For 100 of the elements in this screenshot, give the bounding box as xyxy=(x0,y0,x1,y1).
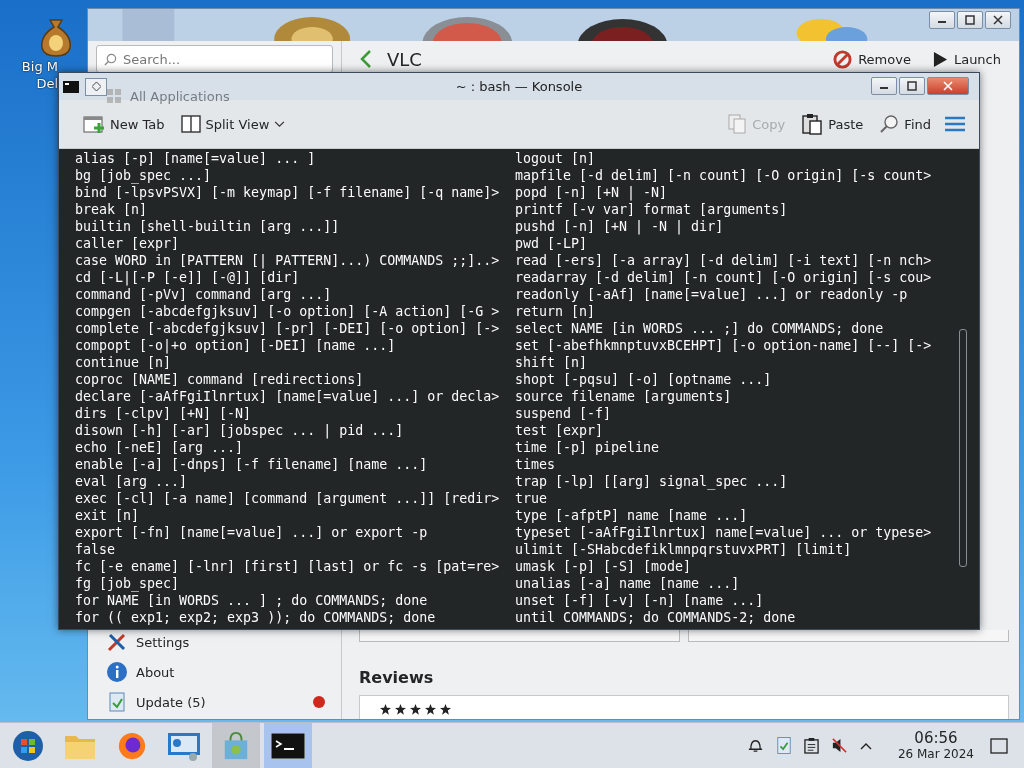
play-icon xyxy=(932,50,948,68)
maximize-button[interactable] xyxy=(899,77,925,95)
terminal-line: logout [n] xyxy=(515,150,597,167)
action-button[interactable]: Launch xyxy=(932,50,1001,68)
maximize-button[interactable] xyxy=(957,11,983,29)
search-icon xyxy=(879,114,900,134)
terminal-line: compgen [-abcdefgjksuv] [-o option] [-A action] [-G > xyxy=(75,303,501,320)
scrollbar-thumb[interactable] xyxy=(959,329,967,567)
grid-icon xyxy=(106,88,122,104)
terminal-line: suspend [-f] xyxy=(515,405,613,422)
search-field[interactable]: Search... xyxy=(96,45,333,73)
terminal-line: compopt [-o|+o option] [-DEI] [name ...] xyxy=(75,337,397,354)
minimize-button[interactable] xyxy=(929,11,955,29)
terminal-line: typeset [-aAfFgiIlnrtux] name[=value] ... or typese> xyxy=(515,524,933,541)
pin-button[interactable] xyxy=(85,77,107,96)
terminal-icon xyxy=(271,732,305,759)
clock[interactable]: 06:56 26 Mar 2024 xyxy=(897,729,974,762)
update-icon[interactable] xyxy=(775,736,792,755)
terminal-line: time [-p] pipeline xyxy=(515,439,661,456)
terminal-line: pwd [-LP] xyxy=(515,235,589,252)
window-title: ~ : bash — Konsole xyxy=(455,79,583,94)
terminal-line: until COMMANDS; do COMMANDS-2; done xyxy=(515,609,797,626)
toolbar-button[interactable]: Paste xyxy=(795,109,870,139)
terminal-line: unalias [-a] name [name ...] xyxy=(515,575,741,592)
terminal-line: alias [-p] [name[=value] ... ] xyxy=(75,150,317,167)
terminal-line: true xyxy=(515,490,549,507)
caret-icon xyxy=(274,120,286,128)
terminal-line: for (( exp1; exp2; exp3 )); do COMMANDS; done xyxy=(75,609,437,626)
terminal-line: break [n] xyxy=(75,201,149,218)
monitor-icon xyxy=(167,730,201,761)
terminal-line: complete [-abcdefgjksuv] [-pr] [-DEI] [-o option] [-> xyxy=(75,320,501,337)
terminal-line: bg [job_spec ...] xyxy=(75,167,213,184)
terminal-line: command [-pVv] command [arg ...] xyxy=(75,286,333,303)
clipboard-icon xyxy=(801,113,824,135)
terminal-line: readarray [-d delim] [-n count] [-O origin] [-s cou> xyxy=(515,269,933,286)
desktop-icon-label[interactable]: Big M xyxy=(21,58,58,75)
terminal-line: shift [n] xyxy=(515,354,589,371)
new-tab-icon xyxy=(83,114,105,134)
sidebar-item[interactable]: Settings xyxy=(96,627,333,657)
terminal-icon xyxy=(63,80,79,93)
toolbar-button[interactable]: Split View xyxy=(174,110,292,138)
star-icon xyxy=(425,704,436,715)
sidebar-item[interactable]: About xyxy=(96,657,333,687)
update-icon xyxy=(106,691,128,713)
close-button[interactable] xyxy=(985,11,1011,29)
star-icon xyxy=(410,704,421,715)
terminal-line: coproc [NAME] command [redirections] xyxy=(75,371,365,388)
maximize-icon xyxy=(907,81,917,91)
terminal-line: source filename [arguments] xyxy=(515,388,733,405)
close-icon xyxy=(943,81,953,91)
diamond-icon xyxy=(91,82,101,91)
minimize-button[interactable] xyxy=(871,77,897,95)
tools-icon xyxy=(106,631,128,653)
toolbar-button[interactable]: New Tab xyxy=(77,110,171,138)
terminal-line: for NAME [in WORDS ... ] ; do COMMANDS; done xyxy=(75,592,429,609)
terminal-line: false xyxy=(75,541,117,558)
clipboard-icon[interactable] xyxy=(803,737,819,754)
terminal-line: printf [-v var] format [arguments] xyxy=(515,201,789,218)
terminal-line: mapfile [-d delim] [-n count] [-O origin] [-s count> xyxy=(515,167,933,184)
terminal-line: test [expr] xyxy=(515,422,605,439)
bell-icon[interactable] xyxy=(746,737,764,754)
terminal-line: unset [-f] [-v] [-n] [name ...] xyxy=(515,592,765,609)
browser-icon xyxy=(117,730,147,761)
terminal-line: disown [-h] [-ar] [jobspec ... | pid ...] xyxy=(75,422,405,439)
page-title: VLC xyxy=(387,48,422,70)
clock-time: 06:56 xyxy=(914,729,958,747)
search-icon xyxy=(104,53,117,66)
terminal-line: times xyxy=(515,456,557,473)
terminal-line: popd [-n] [+N | -N] xyxy=(515,184,669,201)
desktop-icon-label[interactable]: Del xyxy=(36,75,58,92)
terminal-line: continue [n] xyxy=(75,354,173,371)
terminal-line: umask [-p] [-S] [mode] xyxy=(515,558,693,575)
sidebar-item[interactable]: Update (5) xyxy=(96,687,333,717)
terminal-line: cd [-L|[-P [-e]] [-@]] [dir] xyxy=(75,269,301,286)
star-icon xyxy=(395,704,406,715)
back-icon[interactable] xyxy=(359,49,373,69)
terminal-line: bind [-lpsvPSVX] [-m keymap] [-f filename] [-q name]> xyxy=(75,184,501,201)
split-view-icon xyxy=(180,114,201,134)
start-orb-icon xyxy=(12,729,44,762)
terminal-line: fg [job_spec] xyxy=(75,575,181,592)
terminal-line: declare [-aAfFgiIlnrtux] [name[=value] ...] or decla> xyxy=(75,388,501,405)
terminal-line: exit [n] xyxy=(75,507,141,524)
star-icon xyxy=(440,704,451,715)
toolbar-button[interactable]: Find xyxy=(873,110,937,138)
terminal-line: echo [-neE] [arg ...] xyxy=(75,439,245,456)
muted-speaker-icon[interactable] xyxy=(830,737,848,754)
show-desktop-button[interactable] xyxy=(990,737,1008,754)
terminal-line: set [-abefhkmnptuvxBCEHPT] [-o option-name] [--] [-> xyxy=(515,337,933,354)
terminal-line: return [n] xyxy=(515,303,597,320)
terminal-line: export [-fn] [name[=value] ...] or export -p xyxy=(75,524,429,541)
taskbar-item[interactable] xyxy=(264,723,312,768)
terminal-line: eval [arg ...] xyxy=(75,473,189,490)
terminal-line: case WORD in [PATTERN [| PATTERN]...) COMMANDS ;;]..> xyxy=(75,252,501,269)
terminal-line: readonly [-aAf] [name[=value] ...] or readonly -p xyxy=(515,286,909,303)
caret-icon[interactable] xyxy=(859,741,872,750)
terminal-line: exec [-cl] [-a name] [command [argument ...]] [redir> xyxy=(75,490,501,507)
terminal-line: caller [expr] xyxy=(75,235,181,252)
action-button[interactable]: Remove xyxy=(833,49,911,69)
terminal-line: select NAME [in WORDS ... ;] do COMMANDS; done xyxy=(515,320,885,337)
section-heading: Reviews xyxy=(359,668,435,687)
